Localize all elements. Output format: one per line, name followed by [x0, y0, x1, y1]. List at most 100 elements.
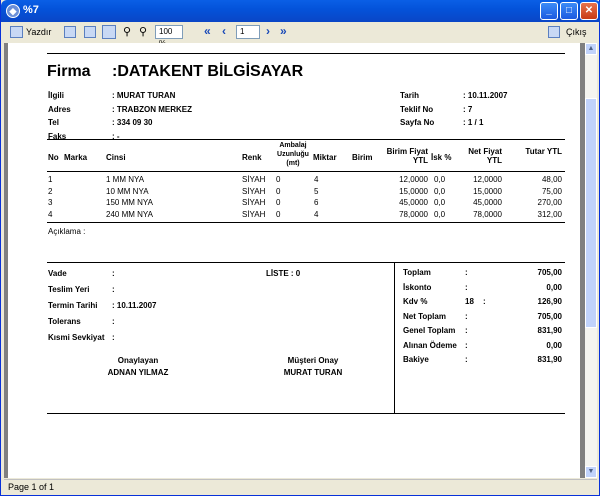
- total-extra: :: [483, 297, 486, 306]
- total-value: 831,90: [537, 355, 562, 364]
- hdr-cinsi: Cinsi: [106, 153, 126, 162]
- total-value: 831,90: [537, 326, 562, 335]
- total-label: Kdv %: [403, 297, 428, 306]
- row-net-fiyat: 45,0000: [473, 198, 502, 207]
- row-cinsi: 150 MM NYA: [106, 198, 153, 207]
- print-button[interactable]: Yazdır: [26, 25, 51, 39]
- scroll-thumb[interactable]: [585, 98, 597, 328]
- total-colon: 18: [465, 297, 474, 306]
- row-birim-fiyat: 45,0000: [399, 198, 428, 207]
- prev-page-icon[interactable]: ‹: [222, 24, 226, 38]
- zoom-out-icon[interactable]: ⚲: [123, 25, 131, 39]
- row-cinsi: 240 MM NYA: [106, 209, 153, 219]
- info-right-value: : 7: [463, 104, 473, 114]
- last-page-icon[interactable]: »: [280, 24, 287, 38]
- footer-top-rule: [47, 262, 565, 263]
- table-top-rule: [47, 139, 565, 140]
- zoom-select[interactable]: 100 %: [155, 25, 183, 48]
- total-label: Genel Toplam: [403, 326, 456, 335]
- total-colon: :: [465, 282, 468, 292]
- footer-value: :: [112, 333, 115, 342]
- row-no: 1: [48, 175, 53, 184]
- two-page-icon[interactable]: [84, 26, 96, 38]
- total-label: İskonto: [403, 282, 432, 292]
- row-net-fiyat: 15,0000: [473, 186, 502, 196]
- info-left-label: İlgili: [48, 91, 64, 100]
- hdr-no: No: [48, 153, 59, 162]
- full-page-icon[interactable]: [102, 25, 116, 39]
- row-isk: 0,0: [434, 209, 446, 219]
- page-input[interactable]: 1: [236, 25, 260, 39]
- table-bottom-rule: [47, 222, 565, 223]
- page-status: Page 1 of 1: [8, 482, 55, 492]
- row-cinsi: 1 MM NYA: [106, 175, 145, 184]
- single-page-icon[interactable]: [64, 26, 76, 38]
- row-renk: SİYAH: [242, 186, 266, 196]
- footer-bottom-rule: [47, 413, 565, 414]
- total-colon: :: [465, 355, 468, 364]
- report-page: Firma :DATAKENT BİLGİSAYAR İlgili: MURAT…: [8, 43, 580, 478]
- row-miktar: 6: [314, 198, 319, 207]
- maximize-button[interactable]: □: [560, 2, 578, 20]
- row-tutar: 312,00: [537, 209, 562, 219]
- close-button[interactable]: ✕: [580, 2, 598, 20]
- total-colon: :: [465, 340, 468, 350]
- exit-icon: [548, 26, 560, 38]
- exit-button[interactable]: Çıkış: [566, 25, 587, 39]
- footer-divider: [394, 262, 395, 413]
- aciklama-label: Açıklama :: [48, 227, 86, 236]
- total-label: Alınan Ödeme: [403, 340, 457, 350]
- hdr-ambalaj: Ambalaj Uzunluğu (mt): [277, 142, 309, 167]
- hdr-tutar: Tutar YTL: [525, 147, 562, 156]
- musteri-label: Müşteri Onay: [287, 356, 339, 365]
- scroll-down-icon[interactable]: ▼: [585, 466, 597, 478]
- app-window: ◆ %7 _ □ ✕ Yazdır ⚲ ⚲ 100 % « ‹ 1 › » Çı…: [0, 0, 600, 496]
- info-right-value: : 10.11.2007: [463, 91, 508, 100]
- hdr-birim-fiyat: Birim Fiyat YTL: [386, 147, 428, 165]
- row-isk: 0,0: [434, 175, 446, 184]
- toolbar: Yazdır ⚲ ⚲ 100 % « ‹ 1 › » Çıkış: [4, 22, 597, 48]
- minimize-button[interactable]: _: [540, 2, 558, 20]
- total-value: 705,00: [537, 268, 562, 277]
- first-page-icon[interactable]: «: [204, 24, 211, 38]
- row-ambalaj: 0: [276, 186, 281, 196]
- next-page-icon[interactable]: ›: [266, 24, 270, 38]
- footer-label: Vade: [48, 269, 67, 278]
- onaylayan-name: ADNAN YILMAZ: [107, 368, 169, 377]
- info-left-value: : TRABZON MERKEZ: [112, 104, 192, 114]
- total-label: Net Toplam: [403, 311, 446, 321]
- row-cinsi: 10 MM NYA: [106, 186, 149, 196]
- row-no: 2: [48, 186, 53, 196]
- printer-icon: [10, 26, 23, 38]
- firma-label: Firma: [47, 63, 91, 80]
- info-right-label: Tarih: [400, 91, 419, 100]
- row-no: 4: [48, 209, 53, 219]
- zoom-in-icon[interactable]: ⚲: [139, 25, 147, 39]
- status-bar: Page 1 of 1: [4, 479, 597, 494]
- info-left-label: Tel: [48, 118, 59, 127]
- window-title: %7: [23, 4, 39, 16]
- row-isk: 0,0: [434, 186, 446, 196]
- footer-label: Kısmi Sevkiyat: [48, 333, 105, 342]
- total-value: 705,00: [537, 311, 562, 321]
- hdr-net-fiyat: Net Fiyat YTL: [468, 147, 502, 165]
- scroll-up-icon[interactable]: ▲: [585, 43, 597, 55]
- liste: LİSTE : 0: [266, 269, 301, 278]
- row-renk: SİYAH: [242, 209, 266, 219]
- info-left-label: Adres: [48, 104, 71, 114]
- row-miktar: 4: [314, 209, 319, 219]
- row-tutar: 270,00: [537, 198, 562, 207]
- row-renk: SİYAH: [242, 198, 266, 207]
- row-ambalaj: 0: [276, 209, 281, 219]
- total-label: Toplam: [403, 268, 431, 277]
- app-icon: ◆: [6, 4, 20, 18]
- footer-label: Tolerans: [48, 317, 81, 326]
- footer-label: Teslim Yeri: [48, 285, 90, 294]
- row-miktar: 5: [314, 186, 319, 196]
- total-value: 0,00: [546, 282, 562, 292]
- vertical-scrollbar[interactable]: ▲ ▼: [585, 43, 597, 478]
- footer-value: : 10.11.2007: [112, 301, 157, 310]
- row-ambalaj: 0: [276, 175, 281, 184]
- row-net-fiyat: 78,0000: [473, 209, 502, 219]
- hdr-marka: Marka: [64, 153, 88, 162]
